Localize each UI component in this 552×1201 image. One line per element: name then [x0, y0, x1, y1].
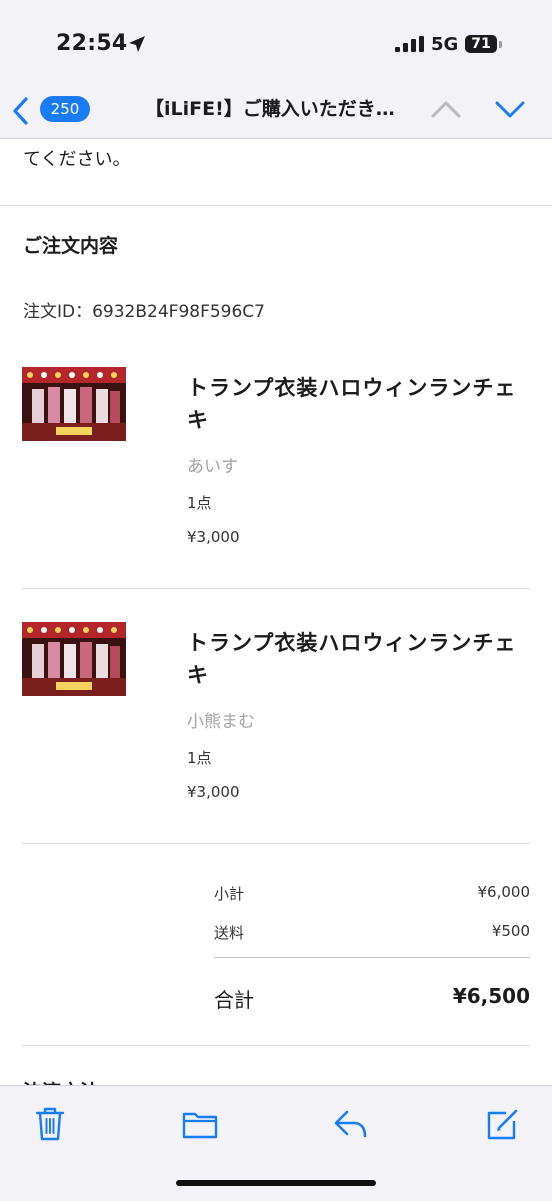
battery-indicator: 71 — [465, 35, 497, 53]
product-thumbnail[interactable] — [22, 367, 126, 441]
item-title: トランプ衣装ハロウィンランチェキ — [187, 376, 517, 432]
summary-divider — [214, 957, 530, 958]
compose-icon[interactable] — [486, 1106, 520, 1142]
order-details-heading: ご注文内容 — [23, 235, 119, 257]
down-chevron-icon[interactable] — [494, 94, 526, 124]
subtotal-value: ¥6,000 — [477, 883, 531, 901]
item-quantity: 1点 — [187, 494, 212, 512]
item-divider — [22, 843, 530, 844]
email-body[interactable]: てください。 ご注文内容 注文ID：6932B24F98F596C7 トランプ衣… — [0, 139, 552, 1085]
up-chevron-icon[interactable] — [430, 94, 462, 124]
next-section-heading: 決済方法 — [23, 1077, 99, 1085]
location-arrow-icon — [129, 36, 145, 52]
home-indicator[interactable] — [176, 1180, 376, 1186]
item-title: トランプ衣装ハロウィンランチェキ — [187, 631, 517, 687]
shipping-label: 送料 — [214, 924, 245, 942]
status-time: 22:54 — [56, 31, 128, 56]
item-variant: 小熊まむ — [187, 712, 255, 732]
item-price: ¥3,000 — [187, 528, 240, 546]
subtotal-label: 小計 — [214, 885, 245, 903]
shipping-value: ¥500 — [491, 922, 530, 940]
product-thumbnail[interactable] — [22, 622, 126, 696]
item-price: ¥3,000 — [187, 783, 240, 801]
reply-icon[interactable] — [333, 1106, 369, 1142]
total-value: ¥6,500 — [452, 984, 530, 1008]
status-bar: 22:54 5G 71 — [0, 0, 552, 88]
item-variant: あいす — [187, 457, 238, 477]
intro-text: てください。 — [23, 149, 131, 170]
mail-nav-bar: 250 【iLiFE!】ご購入いただき… — [0, 88, 552, 139]
network-type: 5G — [431, 34, 459, 55]
signal-bars-icon — [395, 36, 424, 52]
folder-icon[interactable] — [182, 1106, 218, 1142]
battery-tip — [499, 41, 502, 48]
email-subject-title: 【iLiFE!】ご購入いただき… — [145, 98, 395, 120]
order-id: 注文ID：6932B24F98F596C7 — [23, 302, 265, 322]
item-divider — [22, 588, 530, 589]
section-divider — [0, 205, 552, 206]
total-label: 合計 — [214, 988, 254, 1012]
section-divider — [22, 1045, 530, 1046]
back-chevron-icon[interactable] — [10, 96, 32, 126]
trash-icon[interactable] — [34, 1106, 66, 1142]
item-quantity: 1点 — [187, 749, 212, 767]
unread-count-badge[interactable]: 250 — [40, 96, 90, 122]
